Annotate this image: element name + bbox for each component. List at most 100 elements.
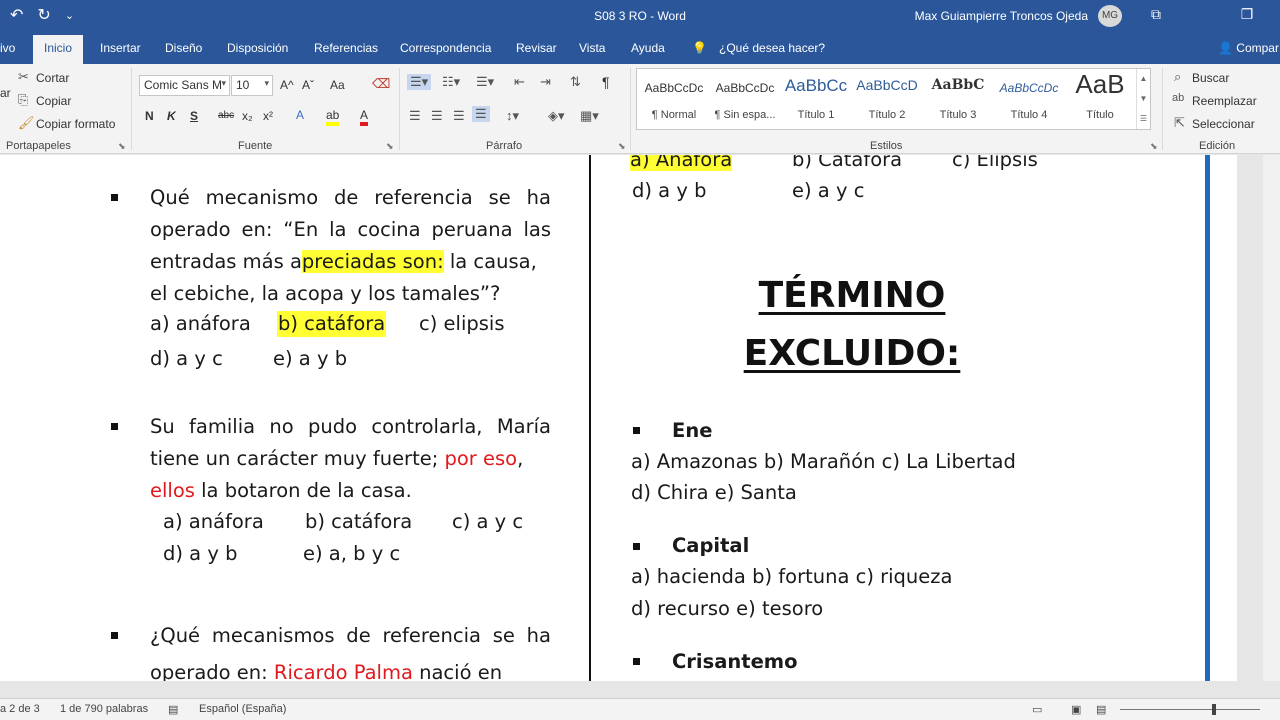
multilevel-list-icon[interactable]: ☰▾	[476, 74, 494, 90]
right-option-c: c) Elipsis	[952, 155, 1038, 171]
clipboard-launcher-icon[interactable]: ⬊	[118, 141, 126, 152]
increase-indent-icon[interactable]: ⇥	[540, 74, 551, 90]
show-formatting-button[interactable]: ¶	[602, 74, 610, 90]
q1-option-b: b) catáfora	[277, 311, 387, 337]
style-title-preview[interactable]: AaB	[1065, 69, 1135, 100]
bullet	[633, 427, 640, 434]
tab-home[interactable]: Inicio	[33, 35, 84, 64]
user-name[interactable]: Max Guiampierre Troncos Ojeda	[915, 9, 1088, 23]
line-spacing-icon[interactable]: ↕▾	[506, 108, 519, 124]
paragraph-group-label: Párrafo	[486, 140, 523, 152]
font-family-value: Comic Sans M	[144, 78, 223, 92]
style-heading1[interactable]: Título 1	[781, 109, 851, 121]
cut-button[interactable]: Cortar	[36, 71, 69, 85]
tab-design[interactable]: Diseño	[165, 41, 202, 55]
change-case-button[interactable]: Aa	[330, 78, 345, 92]
align-left-icon[interactable]: ☰	[409, 108, 421, 124]
bullets-icon[interactable]: ☰▾	[407, 74, 432, 90]
print-layout-icon[interactable]: ▣	[1071, 703, 1081, 716]
right-option-a: a) Anáfora	[630, 155, 733, 171]
maximize-icon[interactable]: ❐	[1235, 6, 1259, 23]
tab-view[interactable]: Vista	[579, 41, 605, 55]
find-button[interactable]: Buscar	[1192, 71, 1229, 85]
proofing-icon[interactable]: ▤	[168, 703, 178, 716]
replace-icon: ab	[1172, 92, 1185, 104]
avatar[interactable]: MG	[1098, 5, 1122, 27]
style-normal-preview[interactable]: AaBbCcDc	[639, 81, 709, 95]
paste-button[interactable]: ar	[0, 86, 11, 100]
highlight-button[interactable]: ab	[326, 108, 340, 126]
font-size-select[interactable]: 10 ▾	[231, 75, 273, 96]
select-button[interactable]: Seleccionar	[1192, 117, 1255, 131]
share-button[interactable]: 👤 Compar	[1218, 41, 1279, 55]
ribbon-display-icon[interactable]: ⧉	[1144, 6, 1168, 23]
zoom-slider-thumb[interactable]	[1212, 704, 1216, 715]
style-heading4-preview[interactable]: AaBbCcDc	[994, 81, 1064, 95]
font-family-select[interactable]: Comic Sans M ▾	[139, 75, 230, 96]
bullet	[111, 194, 118, 201]
bold-button[interactable]: N	[145, 109, 154, 123]
q2-line1: Su familia no pudo controlarla, María	[150, 415, 551, 438]
paragraph-launcher-icon[interactable]: ⬊	[618, 141, 626, 152]
page-count[interactable]: a 2 de 3	[0, 703, 40, 715]
tab-review[interactable]: Revisar	[516, 41, 557, 55]
font-launcher-icon[interactable]: ⬊	[386, 141, 394, 152]
chevron-up-icon[interactable]: ▲	[1137, 69, 1150, 89]
style-no-spacing-preview[interactable]: AaBbCcDc	[710, 81, 780, 95]
more-styles-icon[interactable]: ☰	[1137, 109, 1150, 129]
tab-references[interactable]: Referencias	[314, 41, 378, 55]
superscript-button[interactable]: x²	[263, 109, 273, 123]
copy-button[interactable]: Copiar	[36, 94, 71, 108]
clear-formatting-icon[interactable]: ⌫	[372, 76, 390, 92]
style-normal[interactable]: ¶ Normal	[639, 109, 709, 121]
shrink-font-button[interactable]: Aˇ	[302, 78, 314, 92]
web-layout-icon[interactable]: ▤	[1096, 703, 1106, 716]
tab-layout[interactable]: Disposición	[227, 41, 288, 55]
red-text: por eso	[444, 447, 518, 470]
style-heading3[interactable]: Título 3	[923, 109, 993, 121]
styles-scroll[interactable]: ▲ ▼ ☰	[1136, 69, 1150, 129]
red-text: ellos	[150, 479, 195, 502]
chevron-down-icon[interactable]: ▼	[1137, 89, 1150, 109]
format-painter-button[interactable]: Copiar formato	[36, 117, 115, 131]
tab-mailings[interactable]: Correspondencia	[400, 41, 491, 55]
style-no-spacing[interactable]: ¶ Sin espa...	[710, 109, 780, 121]
read-mode-icon[interactable]: ▭	[1032, 703, 1042, 716]
sort-icon[interactable]: ⇅	[570, 74, 581, 90]
decrease-indent-icon[interactable]: ⇤	[514, 74, 525, 90]
tab-help[interactable]: Ayuda	[631, 41, 665, 55]
search-icon: ⌕	[1174, 69, 1182, 84]
align-right-icon[interactable]: ☰	[453, 108, 465, 124]
style-heading2-preview[interactable]: AaBbCcD	[852, 77, 922, 93]
grow-font-button[interactable]: A^	[280, 78, 294, 92]
numbering-icon[interactable]: ☷▾	[442, 74, 460, 90]
shading-icon[interactable]: ◈▾	[548, 108, 565, 124]
language[interactable]: Español (España)	[199, 703, 286, 715]
strikethrough-button[interactable]: abc	[218, 110, 234, 121]
q2-line2-end: ,	[517, 447, 524, 470]
tab-file[interactable]: ivo	[0, 41, 15, 55]
zoom-slider[interactable]	[1120, 709, 1260, 710]
borders-icon[interactable]: ▦▾	[580, 108, 599, 124]
italic-button[interactable]: K	[167, 109, 176, 123]
style-heading4[interactable]: Título 4	[994, 109, 1064, 121]
tab-insert[interactable]: Insertar	[100, 41, 141, 55]
underline-button[interactable]: S	[190, 109, 198, 123]
align-center-icon[interactable]: ☰	[431, 108, 443, 124]
vertical-scrollbar[interactable]	[1263, 155, 1280, 681]
text-effects-button[interactable]: A	[296, 108, 304, 122]
word-count[interactable]: 1 de 790 palabras	[60, 703, 148, 715]
subscript-button[interactable]: x₂	[242, 109, 253, 123]
font-color-button[interactable]: A	[360, 108, 369, 126]
q2-option-b: b) catáfora	[305, 510, 413, 533]
style-title[interactable]: Título	[1065, 109, 1135, 121]
justify-icon[interactable]: ☰	[472, 106, 490, 122]
style-heading1-preview[interactable]: AaBbCc	[781, 76, 851, 96]
tell-me-search[interactable]: ¿Qué desea hacer?	[719, 41, 825, 55]
document-page[interactable]: Qué mecanismo de referencia se ha operad…	[0, 155, 1237, 681]
styles-launcher-icon[interactable]: ⬊	[1150, 141, 1158, 152]
replace-button[interactable]: Reemplazar	[1192, 94, 1257, 108]
style-heading2[interactable]: Título 2	[852, 109, 922, 121]
document-area[interactable]: Qué mecanismo de referencia se ha operad…	[0, 155, 1280, 681]
style-heading3-preview[interactable]: AaBbC	[923, 77, 993, 93]
